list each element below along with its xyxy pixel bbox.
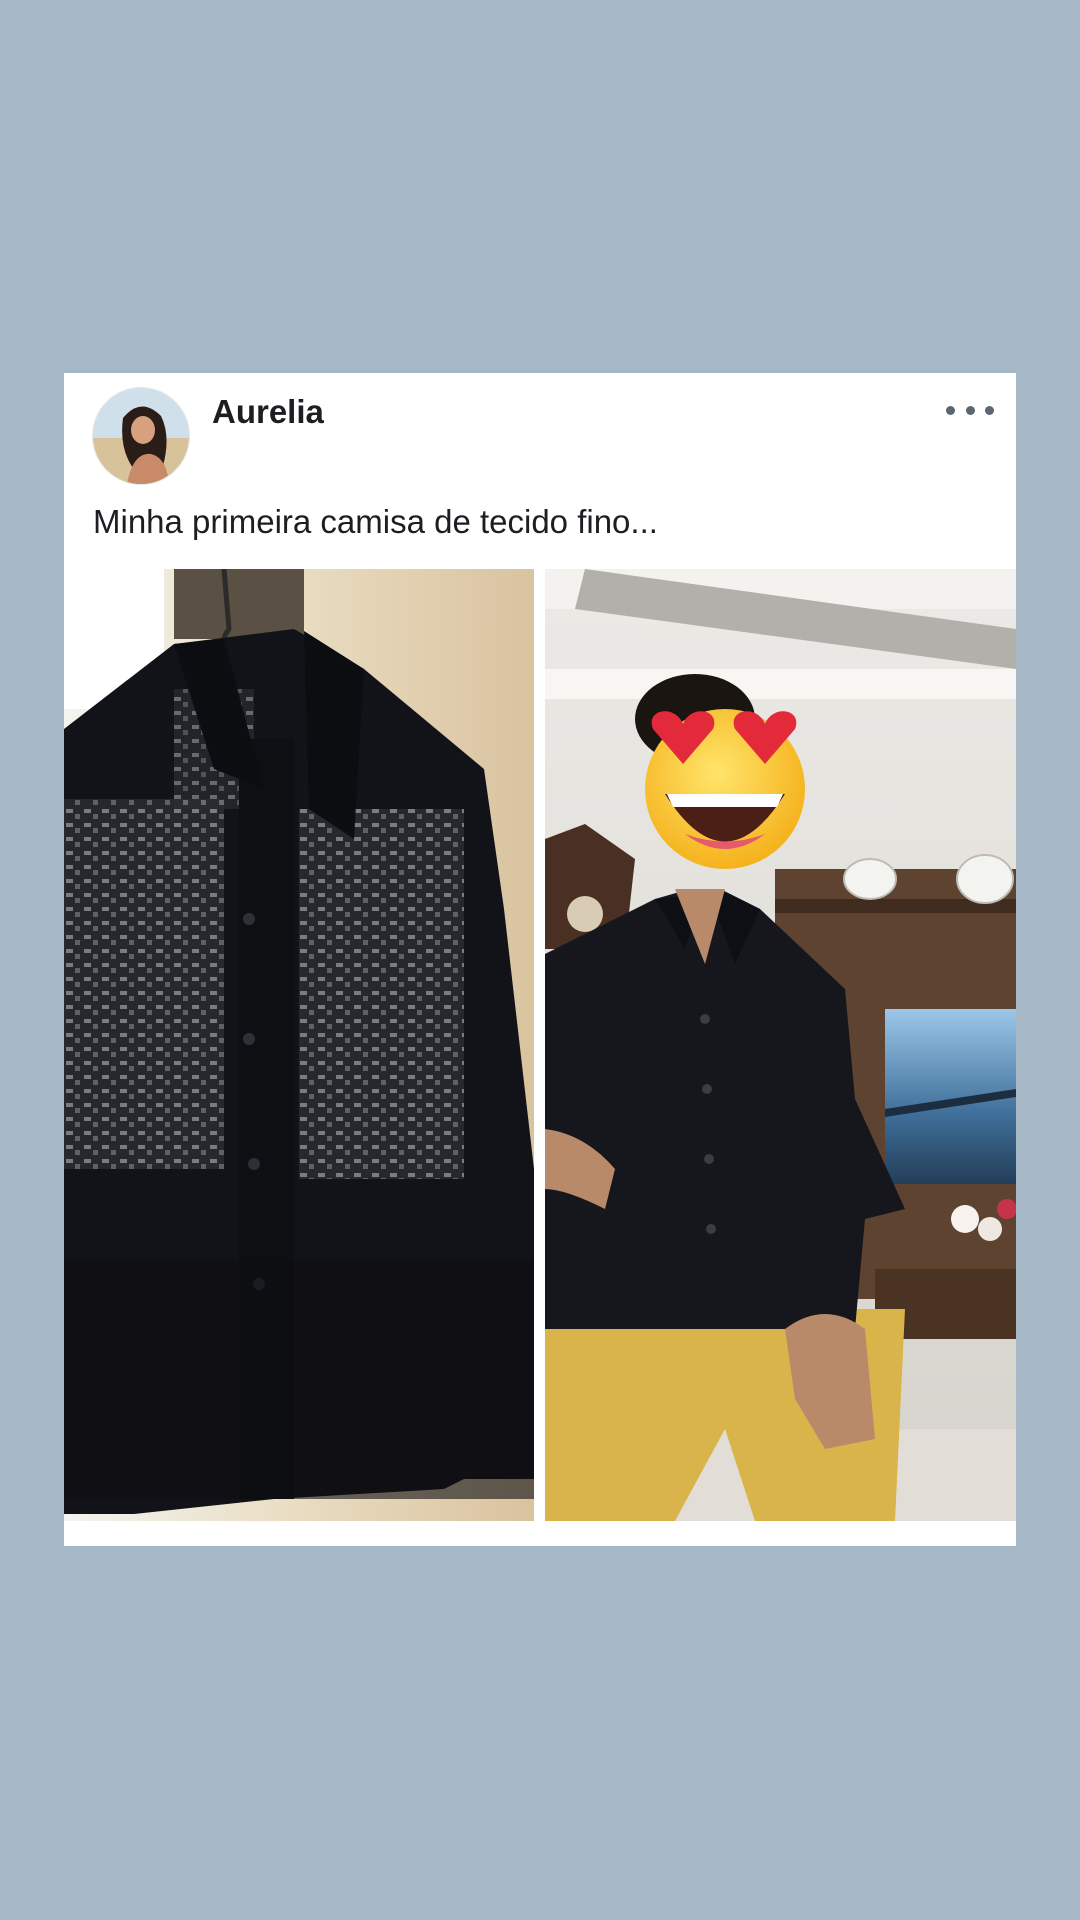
more-dot	[985, 405, 994, 415]
author-name[interactable]: Aurelia	[212, 393, 324, 431]
shirt-photo-image	[64, 569, 534, 1521]
photo-shirt-on-hanger[interactable]	[64, 569, 534, 1521]
heart-eyes-emoji	[645, 709, 805, 869]
more-dot	[965, 405, 975, 415]
author-avatar[interactable]	[93, 388, 189, 484]
photo-woman-wearing-shirt[interactable]	[545, 569, 1016, 1521]
more-options-button[interactable]	[946, 395, 994, 425]
post-card: Aurelia Minha primeira camisa de tecido …	[64, 373, 1016, 1546]
more-horizontal-icon	[946, 405, 955, 415]
avatar-image	[93, 388, 189, 484]
worn-shirt-photo-image	[545, 569, 1016, 1521]
post-caption: Minha primeira camisa de tecido fino...	[93, 503, 658, 540]
